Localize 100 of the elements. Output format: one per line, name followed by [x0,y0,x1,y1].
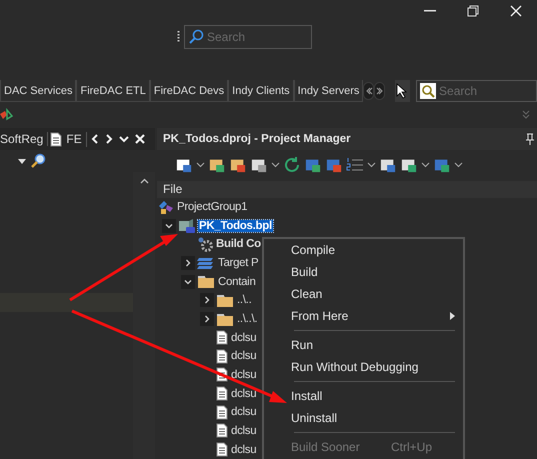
document-icon [216,423,228,438]
tree-item[interactable]: dclsu [230,350,258,362]
gear-icon [197,236,213,252]
search-field[interactable]: Search [207,26,311,48]
chevron-down-icon [118,135,129,143]
folder-icon [216,312,234,327]
check-window-button[interactable] [400,157,418,174]
toolbar-icon [175,157,193,174]
palette-search-box[interactable]: Search [416,80,537,102]
chevron-down-icon [184,278,192,286]
menu-item[interactable]: Uninstall [264,407,463,429]
menu-item[interactable]: Run [264,334,463,356]
expand-toggle[interactable] [181,274,195,289]
tree-item[interactable]: dclsu [230,424,258,437]
dropdown-button[interactable] [116,135,131,143]
package-icon [178,218,196,234]
tree-item[interactable]: Contain [217,276,257,288]
close-icon [510,5,522,17]
dropdown-caret-icon[interactable] [271,162,280,168]
shapes-icon[interactable] [0,108,14,122]
tree-item[interactable]: dclsu [230,368,258,381]
refresh-button[interactable] [283,156,301,174]
remove-list-button[interactable] [325,157,343,174]
toolbar-icon [379,157,397,174]
tree-item[interactable]: dclsu [230,332,258,344]
tree-item[interactable]: ProjectGroup1 [176,201,248,214]
tree-item[interactable]: dclsu [230,444,258,456]
search-icon [188,29,204,45]
panel-title: PK_Todos.dproj - Project Manager [163,132,351,145]
document-icon [50,132,62,146]
toolbar-icon [250,157,268,174]
close-icon [134,134,145,144]
tree-item[interactable]: dclsu [230,388,258,400]
palette-tab[interactable]: Indy Servers [294,80,364,102]
layers-check-button[interactable] [433,157,451,174]
menu-item[interactable]: Build [264,261,463,283]
toolbar-icon [229,157,247,174]
editor-tab[interactable]: FE [50,132,87,146]
expand-toggle[interactable] [181,256,195,270]
chevron-right-icon [184,259,192,268]
toolbar-icon [304,157,322,174]
palette-tab[interactable]: DAC Services [0,80,76,102]
chevron-right-icon [104,134,113,144]
dropdown-caret-icon[interactable] [454,162,463,168]
dropdown-caret-icon[interactable] [18,158,26,164]
toolbar-icon [208,157,226,174]
toolbar-icon [325,157,343,174]
pointer-button[interactable] [394,80,410,102]
expand-toggle[interactable] [200,293,214,308]
palette-tab[interactable]: FireDAC ETL [76,80,150,102]
document-icon [216,348,228,364]
tree-item[interactable]: ..\..\. [236,313,258,326]
restore-icon [466,5,478,17]
dependencies-button[interactable] [379,157,397,174]
chevron-right-icon [203,315,211,324]
scroll-right-button[interactable] [374,82,385,100]
editor-tab[interactable]: SoftReg [0,132,48,146]
menu-item[interactable]: Clean [264,283,463,305]
grip-icon[interactable] [177,30,180,44]
new-item-button[interactable] [175,157,193,174]
document-icon [216,442,228,458]
double-chevron-left-icon [364,87,373,95]
tree-item[interactable]: Target P [217,257,260,270]
double-chevron-icon[interactable] [521,110,531,120]
dropdown-caret-icon[interactable] [367,162,376,168]
expand-toggle[interactable] [200,312,214,326]
search-icon [420,83,436,99]
menu-item[interactable]: Install [264,385,463,407]
remove-folder-button[interactable] [229,157,247,174]
menu-item[interactable]: Run Without Debugging [264,356,463,378]
menu-item[interactable]: From Here [264,305,463,327]
tree-item[interactable]: ..\.. [236,294,252,306]
palette-tab[interactable]: Indy Clients [228,80,294,102]
folder-icon [197,274,215,290]
cursor-icon [396,83,408,99]
project-group-icon [158,199,174,216]
grid-button[interactable] [250,157,268,174]
close-tab-button[interactable] [132,134,147,144]
minimize-icon [424,10,436,12]
numbered-list-button[interactable] [346,157,364,174]
magnifier-icon[interactable] [30,153,46,169]
chevron-right-icon [203,296,211,304]
palette-tab[interactable]: FireDAC Devs [150,80,228,102]
palette-search-field[interactable]: Search [439,81,536,101]
add-folder-button[interactable] [208,157,226,174]
pin-icon[interactable] [525,132,535,145]
document-icon [216,386,228,402]
search-box[interactable]: Search [184,25,312,49]
tree-item[interactable]: PK_Todos.bpl [198,220,273,232]
dropdown-caret-icon[interactable] [196,162,205,168]
menu-item[interactable]: Compile [264,239,463,261]
layers-icon [197,255,215,272]
tree-item[interactable]: dclsu [230,406,258,418]
tree-item[interactable]: Build Co [215,238,262,250]
scroll-up-icon[interactable] [140,178,148,184]
chevron-left-icon [90,134,99,144]
scroll-left-button[interactable] [363,82,374,100]
dropdown-caret-icon[interactable] [421,162,430,168]
expand-toggle[interactable] [162,218,176,233]
add-list-button[interactable] [304,157,322,174]
